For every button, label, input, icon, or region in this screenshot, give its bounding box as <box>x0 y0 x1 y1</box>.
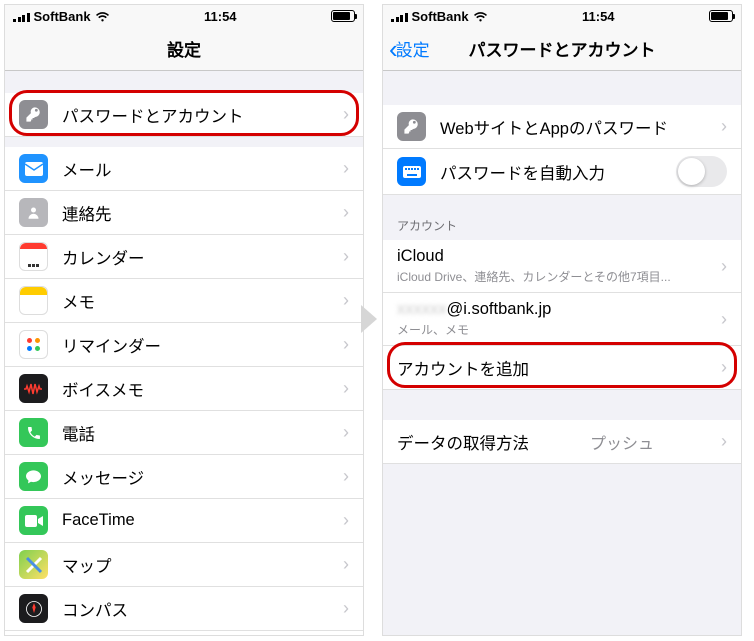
wifi-icon <box>473 11 488 22</box>
row-label: メモ <box>62 289 95 313</box>
chevron-right-icon: › <box>343 158 349 179</box>
row-label: マップ <box>62 553 112 577</box>
row-fetch-data[interactable]: データの取得方法 プッシュ › <box>383 420 741 464</box>
row-passwords[interactable]: パスワードとアカウント › <box>5 93 363 137</box>
row-label: リマインダー <box>62 333 161 357</box>
carrier-label: SoftBank <box>412 9 469 24</box>
row-icloud[interactable]: iCloud iCloud Drive、連絡先、カレンダーとその他7項目... … <box>383 240 741 293</box>
passwords-icon <box>19 100 48 129</box>
row-facetime[interactable]: FaceTime › <box>5 499 363 543</box>
chevron-right-icon: › <box>343 246 349 267</box>
settings-list: パスワードとアカウント›メール›連絡先›カレンダー›メモ›リマインダー›ボイスメ… <box>5 93 363 636</box>
row-measure[interactable]: 計測› <box>5 631 363 636</box>
status-bar: SoftBank 11:54 <box>5 5 363 27</box>
row-web-app-passwords[interactable]: WebサイトとAppのパスワード › <box>383 105 741 149</box>
reminders-icon <box>19 330 48 359</box>
row-calendar[interactable]: カレンダー › <box>5 235 363 279</box>
chevron-right-icon: › <box>343 334 349 355</box>
clock: 11:54 <box>204 9 237 24</box>
chevron-right-icon: › <box>343 422 349 443</box>
chevron-right-icon: › <box>721 116 727 137</box>
battery-icon <box>331 10 355 22</box>
chevron-right-icon: › <box>721 431 727 452</box>
chevron-right-icon: › <box>343 510 349 531</box>
status-bar: SoftBank 11:54 <box>383 5 741 27</box>
chevron-right-icon: › <box>721 309 727 330</box>
page-title: パスワードとアカウント <box>469 36 656 61</box>
row-contacts[interactable]: 連絡先 › <box>5 191 363 235</box>
passwords-accounts-screen: SoftBank 11:54 ‹ 設定 パスワードとアカウント WebサイトとA… <box>382 4 742 636</box>
row-label: メッセージ <box>62 465 144 489</box>
contacts-icon <box>19 198 48 227</box>
row-label: パスワードとアカウント <box>62 103 244 127</box>
row-autofill-passwords[interactable]: パスワードを自動入力 <box>383 149 741 195</box>
chevron-right-icon: › <box>343 466 349 487</box>
row-mail[interactable]: メール › <box>5 147 363 191</box>
row-maps[interactable]: マップ › <box>5 543 363 587</box>
row-compass[interactable]: コンパス › <box>5 587 363 631</box>
calendar-icon <box>19 242 48 271</box>
chevron-right-icon: › <box>721 357 727 378</box>
row-label: FaceTime <box>62 511 135 530</box>
settings-screen: SoftBank 11:54 設定 パスワードとアカウント›メール›連絡先›カレ… <box>4 4 364 636</box>
facetime-icon <box>19 506 48 535</box>
back-button[interactable]: ‹ 設定 <box>389 36 430 62</box>
row-messages[interactable]: メッセージ › <box>5 455 363 499</box>
row-label: 電話 <box>62 421 95 445</box>
section-accounts: アカウント <box>383 195 741 240</box>
chevron-right-icon: › <box>343 202 349 223</box>
row-voice[interactable]: ボイスメモ › <box>5 367 363 411</box>
notes-icon <box>19 286 48 315</box>
messages-icon <box>19 462 48 491</box>
chevron-right-icon: › <box>343 378 349 399</box>
row-label: ボイスメモ <box>62 377 144 401</box>
page-title: 設定 <box>167 36 201 61</box>
chevron-right-icon: › <box>343 554 349 575</box>
wifi-icon <box>95 11 110 22</box>
chevron-right-icon: › <box>721 256 727 277</box>
carrier-label: SoftBank <box>34 9 91 24</box>
key-icon <box>397 112 426 141</box>
row-notes[interactable]: メモ › <box>5 279 363 323</box>
header: 設定 <box>5 27 363 71</box>
clock: 11:54 <box>582 9 615 24</box>
maps-icon <box>19 550 48 579</box>
row-label: 連絡先 <box>62 201 112 225</box>
signal-icon <box>391 11 408 22</box>
phone-icon <box>19 418 48 447</box>
row-add-account[interactable]: アカウントを追加 › <box>383 346 741 390</box>
mail-icon <box>19 154 48 183</box>
row-softbank-account[interactable]: xxxxxx@i.softbank.jp メール、メモ › <box>383 293 741 346</box>
row-label: コンパス <box>62 597 128 621</box>
chevron-right-icon: › <box>343 290 349 311</box>
keyboard-icon <box>397 157 426 186</box>
signal-icon <box>13 11 30 22</box>
battery-icon <box>709 10 733 22</box>
row-label: カレンダー <box>62 245 145 269</box>
chevron-right-icon: › <box>343 104 349 125</box>
row-phone[interactable]: 電話 › <box>5 411 363 455</box>
arrow-icon <box>361 305 377 333</box>
chevron-right-icon: › <box>343 598 349 619</box>
compass-icon <box>19 594 48 623</box>
header: ‹ 設定 パスワードとアカウント <box>383 27 741 71</box>
row-label: メール <box>62 157 112 181</box>
voice-icon <box>19 374 48 403</box>
autofill-toggle[interactable] <box>676 156 727 187</box>
row-reminders[interactable]: リマインダー › <box>5 323 363 367</box>
